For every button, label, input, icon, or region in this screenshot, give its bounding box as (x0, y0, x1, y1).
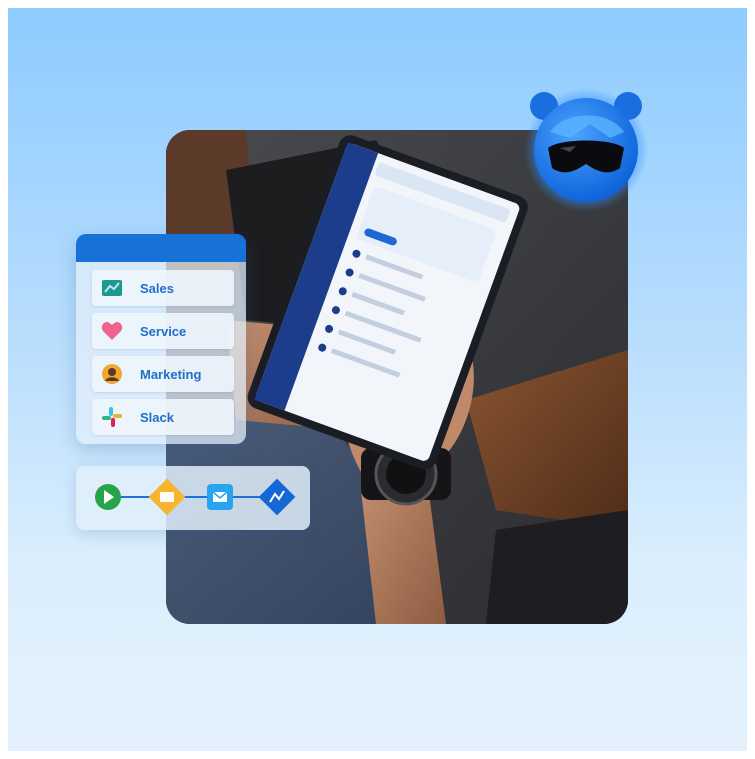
heart-icon (98, 317, 126, 345)
app-item-marketing[interactable]: Marketing (92, 356, 234, 392)
marketing-person-icon (98, 360, 126, 388)
app-item-label: Marketing (140, 366, 202, 382)
app-list-header (76, 234, 246, 262)
app-list-card: Sales Service Marketing Slack (76, 234, 246, 444)
analytics-icon[interactable] (258, 478, 296, 516)
slack-icon (98, 403, 126, 431)
app-item-service[interactable]: Service (92, 313, 234, 349)
app-item-label: Sales (140, 280, 174, 296)
app-item-sales[interactable]: Sales (92, 270, 234, 306)
app-item-label: Service (140, 323, 187, 339)
app-item-slack[interactable]: Slack (92, 399, 234, 435)
hero-background: Sales Service Marketing Slack (8, 8, 747, 751)
app-item-label: Slack (140, 409, 174, 425)
contact-card-icon[interactable] (148, 478, 186, 516)
sales-chart-icon (98, 274, 126, 302)
play-icon[interactable] (95, 484, 121, 510)
email-icon[interactable] (207, 484, 233, 510)
automation-flow-card (76, 466, 310, 530)
mascot-icon (520, 80, 652, 212)
